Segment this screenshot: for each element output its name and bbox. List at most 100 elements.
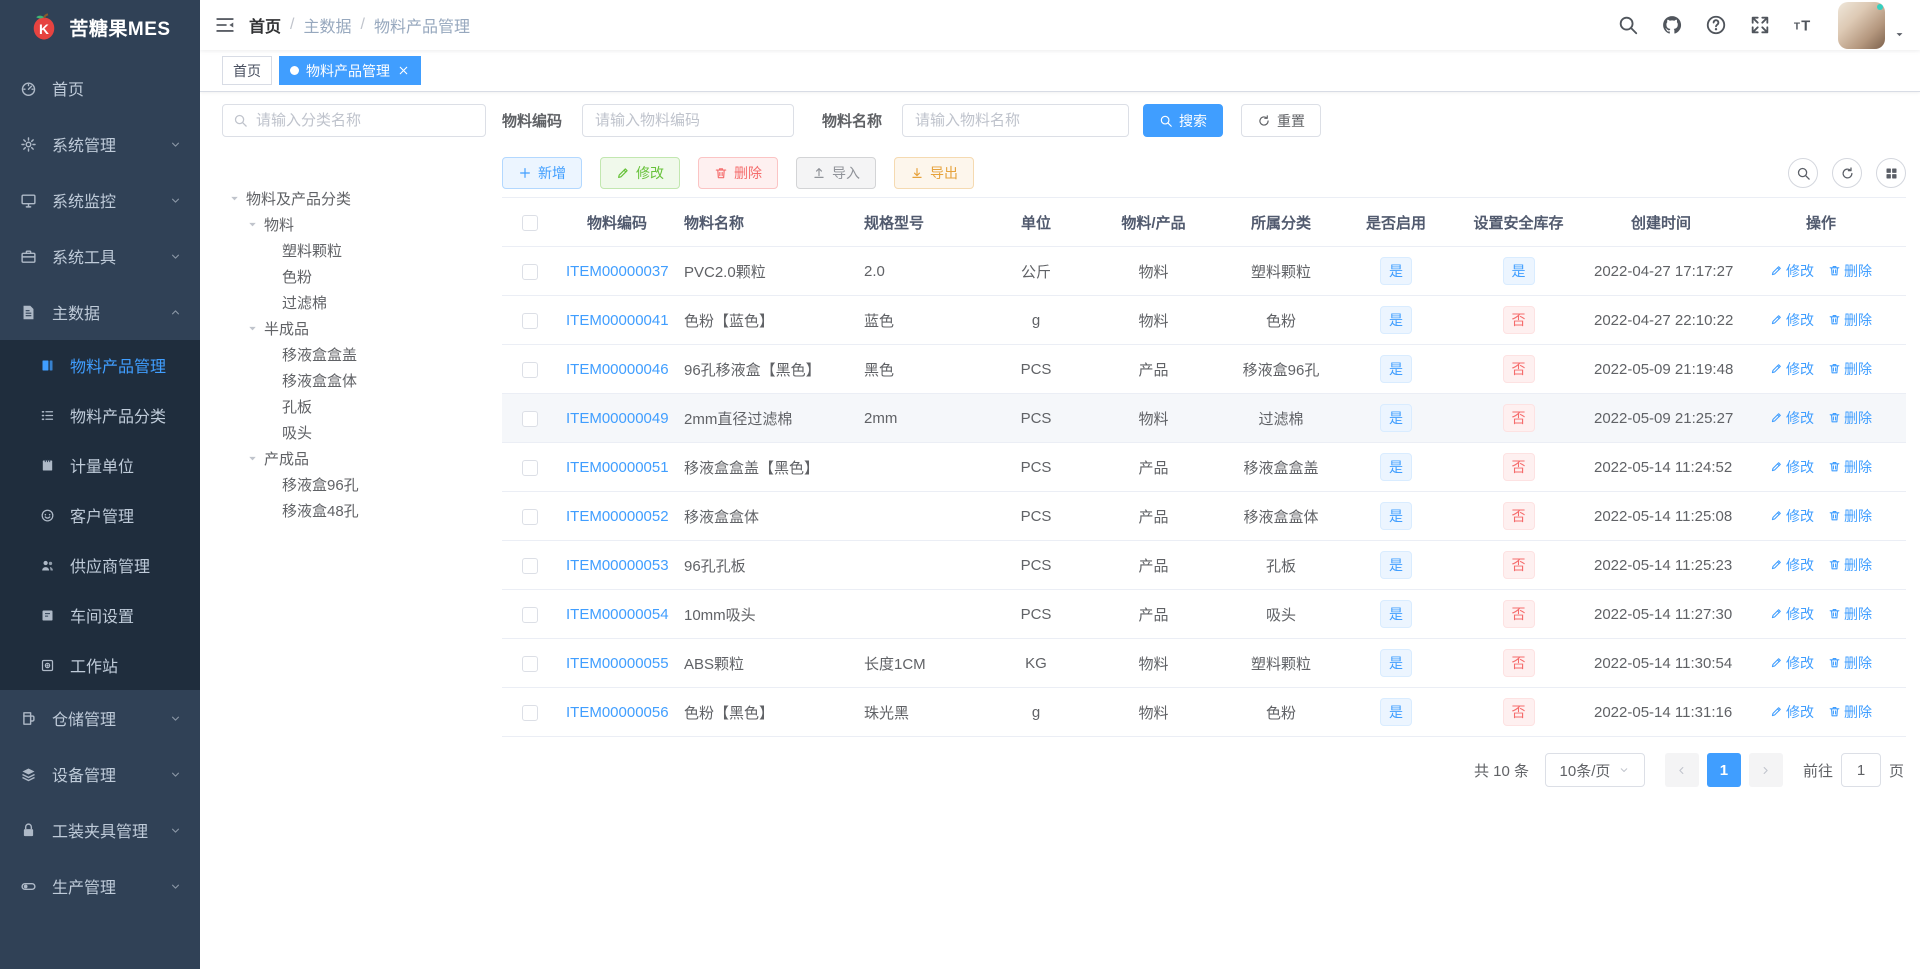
- sidebar-item[interactable]: 设备管理: [0, 746, 200, 802]
- code-input[interactable]: [595, 112, 782, 129]
- material-code-link[interactable]: ITEM00000055: [566, 655, 669, 672]
- sidebar-subitem[interactable]: 工作站: [0, 640, 200, 690]
- tree-node[interactable]: 孔板: [222, 393, 486, 419]
- sidebar-item[interactable]: 工装夹具管理: [0, 802, 200, 858]
- tree-caret-icon[interactable]: [246, 218, 259, 231]
- row-checkbox[interactable]: [522, 508, 538, 525]
- hamburger-icon[interactable]: [214, 14, 236, 36]
- prev-page-button[interactable]: [1664, 753, 1699, 787]
- view-tab[interactable]: 首页: [222, 56, 272, 85]
- fullscreen-icon[interactable]: [1749, 14, 1771, 36]
- row-checkbox[interactable]: [522, 410, 538, 427]
- close-icon[interactable]: [397, 64, 410, 77]
- row-checkbox[interactable]: [522, 263, 538, 280]
- tree-node[interactable]: 色粉: [222, 263, 486, 289]
- tree-caret-icon[interactable]: [246, 452, 259, 465]
- tree-node[interactable]: 物料及产品分类: [222, 185, 486, 211]
- app-logo[interactable]: K 苦糖果MES: [0, 0, 200, 54]
- refresh-mini-button[interactable]: [1832, 158, 1862, 188]
- row-checkbox[interactable]: [522, 557, 538, 574]
- sidebar-item[interactable]: 首页: [0, 60, 200, 116]
- sidebar-subitem[interactable]: 客户管理: [0, 490, 200, 540]
- search-button[interactable]: 搜索: [1143, 104, 1224, 137]
- info-toolbar-button[interactable]: 导入: [796, 157, 876, 189]
- row-edit-link[interactable]: 修改: [1770, 261, 1814, 281]
- row-checkbox[interactable]: [522, 655, 538, 672]
- material-code-link[interactable]: ITEM00000056: [566, 704, 669, 721]
- tree-node[interactable]: 移液盒盒盖: [222, 341, 486, 367]
- row-delete-link[interactable]: 删除: [1828, 604, 1872, 624]
- tree-node[interactable]: 移液盒盒体: [222, 367, 486, 393]
- breadcrumb-item[interactable]: 首页: [249, 13, 281, 37]
- sidebar-item[interactable]: 系统监控: [0, 172, 200, 228]
- row-edit-link[interactable]: 修改: [1770, 604, 1814, 624]
- row-delete-link[interactable]: 删除: [1828, 653, 1872, 673]
- tree-caret-icon[interactable]: [246, 322, 259, 335]
- material-code-link[interactable]: ITEM00000049: [566, 410, 669, 427]
- sidebar-subitem[interactable]: 车间设置: [0, 590, 200, 640]
- row-checkbox[interactable]: [522, 459, 538, 476]
- row-edit-link[interactable]: 修改: [1770, 555, 1814, 575]
- row-delete-link[interactable]: 删除: [1828, 457, 1872, 477]
- row-delete-link[interactable]: 删除: [1828, 359, 1872, 379]
- material-code-link[interactable]: ITEM00000041: [566, 312, 669, 329]
- row-edit-link[interactable]: 修改: [1770, 653, 1814, 673]
- row-edit-link[interactable]: 修改: [1770, 457, 1814, 477]
- tree-caret-icon[interactable]: [228, 192, 241, 205]
- select-all-checkbox[interactable]: [522, 214, 538, 231]
- github-icon[interactable]: [1661, 14, 1683, 36]
- material-code-link[interactable]: ITEM00000053: [566, 557, 669, 574]
- row-edit-link[interactable]: 修改: [1770, 702, 1814, 722]
- sidebar-item[interactable]: 仓储管理: [0, 690, 200, 746]
- caret-down-icon[interactable]: [1893, 28, 1906, 41]
- name-input[interactable]: [915, 112, 1117, 129]
- next-page-button[interactable]: [1748, 753, 1783, 787]
- row-delete-link[interactable]: 删除: [1828, 555, 1872, 575]
- warning-toolbar-button[interactable]: 导出: [894, 157, 974, 189]
- sidebar-subitem[interactable]: 供应商管理: [0, 540, 200, 590]
- category-search-input[interactable]: [256, 112, 475, 129]
- success-toolbar-button[interactable]: 修改: [600, 157, 680, 189]
- sidebar-item[interactable]: 系统管理: [0, 116, 200, 172]
- row-delete-link[interactable]: 删除: [1828, 408, 1872, 428]
- row-delete-link[interactable]: 删除: [1828, 261, 1872, 281]
- danger-toolbar-button[interactable]: 删除: [698, 157, 778, 189]
- page-1-button[interactable]: 1: [1706, 753, 1741, 787]
- row-checkbox[interactable]: [522, 606, 538, 623]
- row-delete-link[interactable]: 删除: [1828, 310, 1872, 330]
- primary-toolbar-button[interactable]: 新增: [502, 157, 582, 189]
- row-edit-link[interactable]: 修改: [1770, 408, 1814, 428]
- tree-node[interactable]: 塑料颗粒: [222, 237, 486, 263]
- sidebar-subitem[interactable]: 物料产品管理: [0, 340, 200, 390]
- material-code-link[interactable]: ITEM00000051: [566, 459, 669, 476]
- tree-node[interactable]: 移液盒96孔: [222, 471, 486, 497]
- tree-node[interactable]: 移液盒48孔: [222, 497, 486, 523]
- row-edit-link[interactable]: 修改: [1770, 310, 1814, 330]
- row-checkbox[interactable]: [522, 704, 538, 721]
- font-size-icon[interactable]: TT: [1793, 14, 1815, 36]
- view-tab[interactable]: 物料产品管理: [279, 56, 421, 85]
- tree-node[interactable]: 物料: [222, 211, 486, 237]
- breadcrumb-item[interactable]: 主数据: [303, 13, 351, 37]
- page-size-select[interactable]: 10条/页: [1544, 753, 1645, 787]
- material-code-link[interactable]: ITEM00000054: [566, 606, 669, 623]
- sidebar-subitem[interactable]: 物料产品分类: [0, 390, 200, 440]
- material-code-link[interactable]: ITEM00000046: [566, 361, 669, 378]
- row-checkbox[interactable]: [522, 312, 538, 329]
- sidebar-item[interactable]: 主数据: [0, 284, 200, 340]
- sidebar-item[interactable]: 系统工具: [0, 228, 200, 284]
- sidebar-subitem[interactable]: 计量单位: [0, 440, 200, 490]
- row-delete-link[interactable]: 删除: [1828, 506, 1872, 526]
- sidebar-item[interactable]: 生产管理: [0, 858, 200, 914]
- tree-node[interactable]: 产成品: [222, 445, 486, 471]
- reset-button[interactable]: 重置: [1241, 104, 1322, 137]
- row-edit-link[interactable]: 修改: [1770, 359, 1814, 379]
- search-mini-button[interactable]: [1788, 158, 1818, 188]
- grid-mini-button[interactable]: [1876, 158, 1906, 188]
- tree-node[interactable]: 过滤棉: [222, 289, 486, 315]
- material-code-link[interactable]: ITEM00000037: [566, 263, 669, 280]
- help-icon[interactable]: [1705, 14, 1727, 36]
- row-delete-link[interactable]: 删除: [1828, 702, 1872, 722]
- material-code-link[interactable]: ITEM00000052: [566, 508, 669, 525]
- row-checkbox[interactable]: [522, 361, 538, 378]
